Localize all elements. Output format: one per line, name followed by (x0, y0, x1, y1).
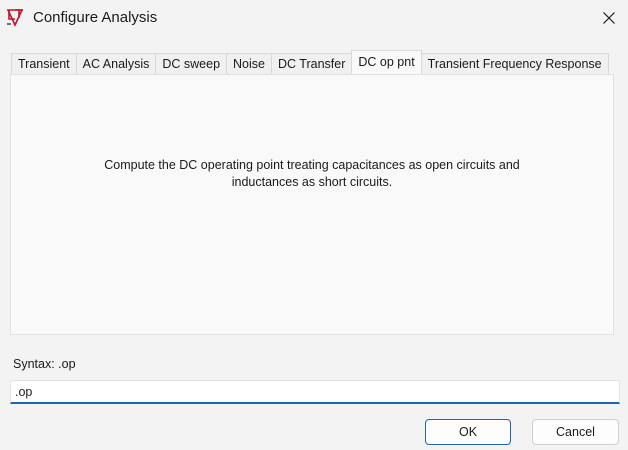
close-button[interactable] (596, 6, 622, 30)
analysis-description: Compute the DC operating point treating … (11, 157, 613, 191)
cancel-button[interactable]: Cancel (532, 419, 619, 445)
syntax-input[interactable] (10, 380, 620, 404)
ok-button[interactable]: OK (425, 419, 511, 445)
tab-dc-op-pnt[interactable]: DC op pnt (351, 50, 422, 74)
syntax-label: Syntax: .op (13, 357, 76, 371)
tab-noise[interactable]: Noise (226, 53, 271, 75)
title-bar[interactable]: Configure Analysis (0, 0, 628, 36)
ltspice-app-icon (6, 7, 26, 27)
window-title: Configure Analysis (33, 9, 158, 26)
tab-dc-transfer[interactable]: DC Transfer (271, 53, 352, 75)
tab-dc-sweep[interactable]: DC sweep (155, 53, 227, 75)
tab-ac-analysis[interactable]: AC Analysis (75, 53, 156, 75)
analysis-tabs: Transient AC Analysis DC sweep Noise DC … (11, 50, 609, 75)
description-line-2: inductances as short circuits. (231, 175, 393, 189)
description-line-1: Compute the DC operating point treating … (104, 158, 520, 172)
tab-panel-dc-op-pnt: Compute the DC operating point treating … (10, 74, 614, 335)
tab-transient-frequency-response[interactable]: Transient Frequency Response (421, 53, 609, 75)
tab-transient[interactable]: Transient (11, 53, 76, 75)
configure-analysis-dialog: Configure Analysis Transient AC Analysis… (0, 0, 628, 450)
close-icon (603, 12, 615, 24)
